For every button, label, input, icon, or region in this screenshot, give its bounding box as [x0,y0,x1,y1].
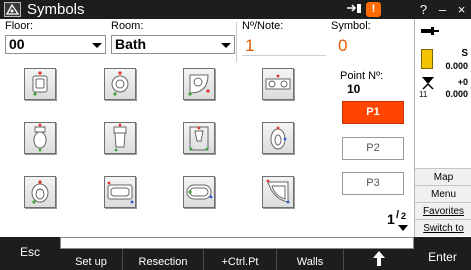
toilet-round-icon [31,180,49,204]
chevron-down-icon[interactable] [218,36,234,53]
toilet-cistern-icon [113,123,127,152]
chevron-down-icon [398,225,408,231]
battery-icon [421,49,433,69]
map-button[interactable]: Map [415,168,471,185]
symbol-button[interactable] [262,176,294,208]
symbol-label: Symbol: [331,20,371,32]
compensator-label: +0 [457,77,468,87]
floor-value: 00 [9,36,25,52]
washbasin-square-icon [32,71,48,96]
esc-button[interactable]: Esc [0,245,60,259]
urinal-icon [189,126,209,151]
plug-icon [421,27,439,35]
arrow-up-icon [373,251,385,266]
symbol-button[interactable] [24,122,56,154]
point-button-p2[interactable]: P2 [342,137,404,160]
point-button-p3[interactable]: P3 [342,172,404,195]
point-button-p1[interactable]: P1 [342,101,404,124]
room-value: Bath [115,36,147,52]
favorites-button[interactable]: Favorites [415,202,471,219]
enter-button[interactable]: Enter [414,250,471,264]
washbasin-round-icon [111,71,129,96]
point-label: Point Nº: [340,70,384,82]
symbol-value: 0 [338,36,348,55]
message-bar [60,237,414,249]
symbol-button[interactable] [24,176,56,208]
menu-button[interactable]: Menu [415,185,471,202]
page-total: 2 [401,211,407,221]
switch-to-button[interactable]: Switch to [415,219,471,236]
symbol-button[interactable] [183,176,215,208]
symbol-button[interactable] [183,68,215,100]
symbol-button[interactable] [104,68,136,100]
resection-button[interactable]: Resection [123,256,203,268]
warning-icon[interactable]: ! [366,2,381,17]
page-separator: / [396,209,400,221]
divider [236,22,237,62]
title-bar: Symbols ! ? – × [0,0,471,19]
sync-icon[interactable] [344,2,364,17]
bathtub-icon [107,181,134,204]
room-label: Room: [111,20,144,32]
symbol-button[interactable] [262,122,294,154]
walls-button[interactable]: Walls [277,256,343,268]
symbol-button[interactable] [262,68,294,100]
point-value: 10 [347,82,361,96]
corner-shower-icon [266,179,290,204]
compensator-sub: 11 [419,90,428,99]
floor-label: Floor: [5,20,34,32]
symbol-button[interactable] [183,122,215,154]
chevron-down-icon[interactable] [89,36,105,53]
shift-button[interactable] [344,251,414,269]
bidet-icon [270,126,287,150]
help-button[interactable]: ? [414,0,433,19]
status-panel: S 0.000 11 +0 0.000 Map Menu Favorites S… [414,19,471,237]
ctrl-pt-button[interactable]: +Ctrl.Pt [204,256,276,268]
battery-value: 0.000 [445,61,468,71]
symbol-button[interactable] [24,68,56,100]
compensator-value: 0.000 [445,89,468,99]
symbol-button[interactable] [104,176,136,208]
corner-basin-icon [188,74,210,96]
window-title: Symbols [27,1,85,18]
battery-label: S [461,48,468,59]
setup-button[interactable]: Set up [60,256,122,268]
compensator-icon [422,77,434,90]
close-button[interactable]: × [452,0,471,19]
page-current: 1 [387,211,395,227]
floor-select[interactable]: 00 [5,35,106,54]
note-label: Nº/Note: [242,20,284,32]
room-select[interactable]: Bath [111,35,235,54]
note-field[interactable]: 1 [242,35,326,56]
oval-bathtub-icon [186,184,213,200]
symbol-button[interactable] [104,122,136,154]
minimize-button[interactable]: – [433,0,452,19]
page-switch-button[interactable]: 1 / 2 [387,209,411,235]
toilet-icon [33,123,47,152]
double-basin-icon [265,74,291,90]
app-logo-icon [4,2,21,17]
